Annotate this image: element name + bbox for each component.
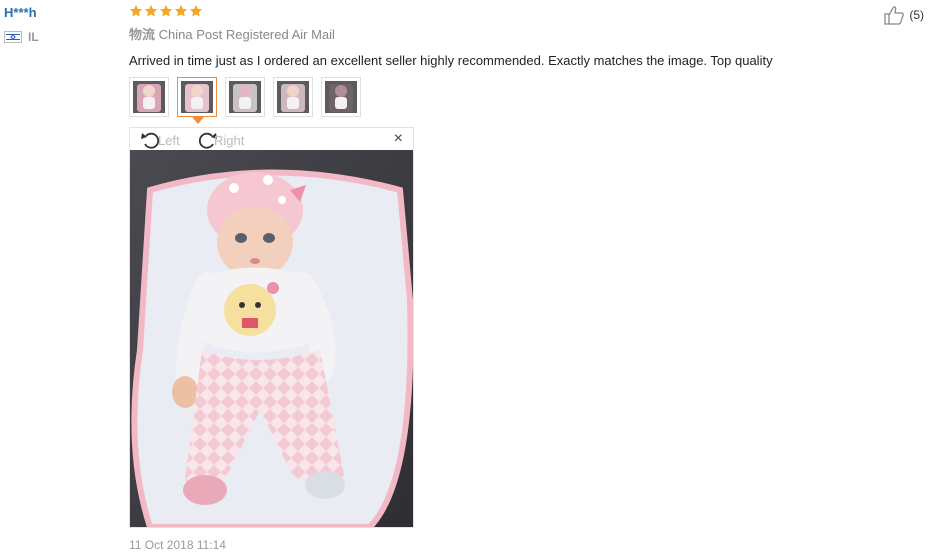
- thumbnail-image: [325, 81, 357, 113]
- star-icon: [129, 4, 143, 17]
- thumbnail-image: [229, 81, 261, 113]
- rotate-left-label: Left: [158, 132, 180, 148]
- country-code: IL: [28, 30, 39, 44]
- shipping-label: 物流: [129, 27, 156, 42]
- rotate-right-label: Right: [214, 132, 245, 148]
- thumbnail-image: [277, 81, 309, 113]
- thumbnail-photo-5[interactable]: [321, 77, 361, 117]
- thumbnail-photo-1[interactable]: [129, 77, 169, 117]
- rotate-right-button[interactable]: Right: [196, 130, 244, 150]
- helpful-count: (5): [909, 8, 924, 22]
- review-body: 物流 China Post Registered Air Mail Arrive…: [129, 4, 889, 70]
- reviewer-country: IL: [4, 30, 114, 44]
- thumbnail-image: [181, 81, 213, 113]
- rotate-left-button[interactable]: Left: [140, 130, 180, 150]
- doll-photo-illustration: [130, 150, 413, 527]
- reviewer-info: H***h IL: [4, 4, 114, 44]
- thumbnail-photo-2[interactable]: [177, 77, 217, 124]
- star-icon: [144, 4, 158, 17]
- thumbnail-photo-4[interactable]: [273, 77, 313, 117]
- star-icon: [189, 4, 203, 17]
- helpful-button[interactable]: (5): [883, 5, 924, 25]
- thumbnail-photo-3[interactable]: [225, 77, 265, 117]
- shipping-method: China Post Registered Air Mail: [158, 27, 335, 42]
- review-date: 11 Oct 2018 11:14: [129, 538, 226, 552]
- close-icon[interactable]: ×: [394, 131, 403, 147]
- shipping-info: 物流 China Post Registered Air Mail: [129, 26, 889, 44]
- flag-icon: [4, 31, 22, 43]
- reviewer-name: H***h: [4, 5, 37, 20]
- thumbs-up-icon: [884, 6, 905, 25]
- thumbnail-image: [133, 81, 165, 113]
- review-text: Arrived in time just as I ordered an exc…: [129, 53, 773, 68]
- star-icon: [174, 4, 188, 17]
- image-viewer: Left Right ×: [129, 127, 414, 528]
- viewer-toolbar: Left Right ×: [130, 128, 413, 150]
- photo-thumbnails: [129, 77, 361, 124]
- review-photo: [130, 150, 413, 527]
- star-icon: [159, 4, 173, 17]
- rating-stars: [129, 4, 889, 22]
